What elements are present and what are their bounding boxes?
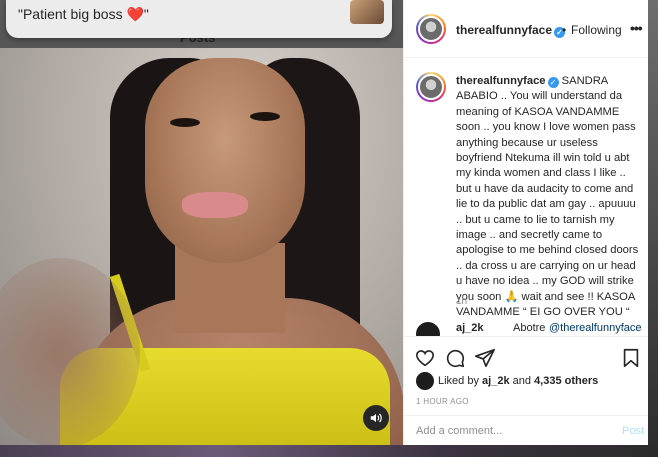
comment-icon[interactable]: [444, 347, 466, 369]
volume-icon[interactable]: [363, 405, 389, 431]
likes-joiner: and: [512, 375, 531, 387]
verified-badge-icon: ✓: [547, 77, 559, 88]
notification-thumbnail: [350, 0, 384, 24]
comment-like-icon[interactable]: ♡: [621, 324, 631, 336]
photo-eye-right: [250, 112, 280, 121]
comment-row: aj_2k Abotre @therealfunnyface ♡: [404, 314, 649, 336]
more-horizontal-icon[interactable]: •••: [630, 20, 643, 36]
backdrop-right-strip: [648, 0, 658, 445]
likes-avatar[interactable]: [416, 372, 434, 390]
header-username-text[interactable]: therealfunnyface: [456, 23, 552, 37]
post-timestamp[interactable]: 1 HOUR AGO: [416, 397, 469, 406]
share-icon[interactable]: [474, 347, 496, 369]
post-actions: Liked by aj_2k and 4,335 others 1 HOUR A…: [404, 336, 649, 444]
header-username[interactable]: therealfunnyface ✓: [456, 23, 566, 38]
comment-avatar[interactable]: [416, 322, 440, 336]
caption-avatar[interactable]: [416, 72, 446, 102]
photo-eye-left: [170, 118, 200, 127]
notification-close-quote: ": [143, 6, 149, 22]
photo-face: [145, 58, 305, 263]
comment-username[interactable]: aj_2k: [456, 322, 484, 334]
bookmark-icon[interactable]: [620, 347, 642, 369]
photo-lips: [182, 192, 248, 218]
heart-icon[interactable]: [414, 347, 436, 369]
heart-emoji: ❤️: [126, 6, 144, 22]
header-separator: •: [562, 23, 567, 37]
volume-icon-graphic: [370, 413, 382, 423]
notification-text: "Patient big boss ❤️": [18, 6, 149, 23]
notification-message: "Patient big boss: [18, 6, 123, 22]
likes-prefix: Liked by: [438, 375, 479, 387]
caption-text: SANDRA ABABIO .. You will understand da …: [456, 75, 639, 319]
notification-toast[interactable]: "Patient big boss ❤️": [6, 0, 392, 38]
caption-time: 1h: [456, 296, 468, 307]
post-media[interactable]: [0, 48, 403, 445]
post-header: therealfunnyface ✓ • Following •••: [404, 0, 649, 58]
post-comment-button[interactable]: Post: [622, 425, 644, 437]
add-comment-bar: Post: [404, 415, 649, 445]
avatar[interactable]: [416, 14, 446, 44]
likes-others[interactable]: 4,335 others: [534, 375, 598, 387]
caption-area: therealfunnyface ✓ SANDRA ABABIO .. You w…: [404, 58, 649, 330]
post-side-panel: therealfunnyface ✓ • Following ••• therea…: [403, 0, 649, 445]
comment-text: Abotre: [513, 322, 546, 334]
caption: therealfunnyface ✓ SANDRA ABABIO .. You w…: [456, 74, 639, 321]
likes-user[interactable]: aj_2k: [482, 375, 510, 387]
caption-username[interactable]: therealfunnyface: [456, 75, 546, 87]
following-button[interactable]: Following: [571, 23, 622, 37]
backdrop-bottom-strip: [0, 445, 658, 457]
add-comment-input[interactable]: [416, 422, 606, 440]
likes-summary: Liked by aj_2k and 4,335 others: [438, 375, 598, 387]
